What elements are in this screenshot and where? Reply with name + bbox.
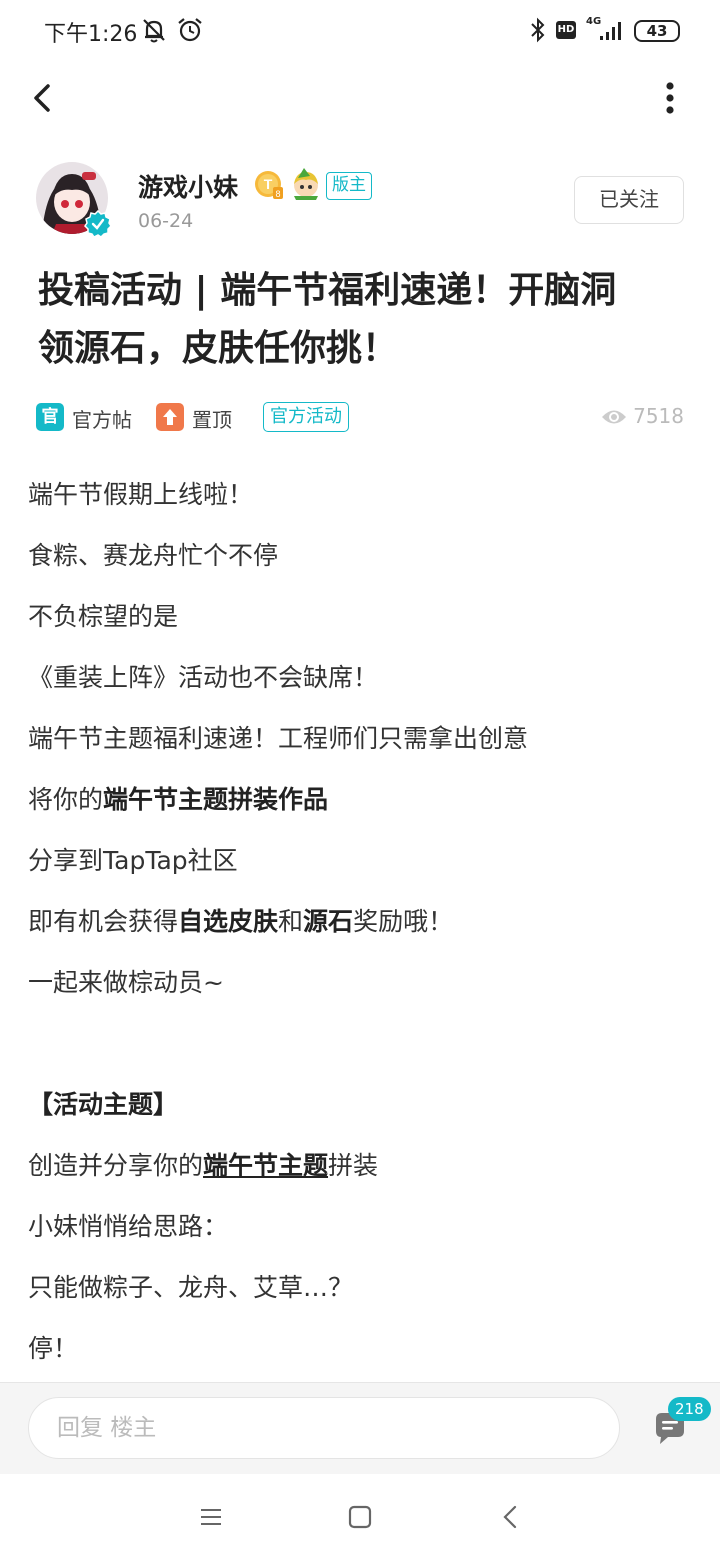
- status-bar: 下午1:26 HD 4G 43: [0, 0, 720, 62]
- comment-count-badge: 218: [668, 1397, 711, 1421]
- body-line: 食粽、赛龙舟忙个不停: [28, 541, 279, 570]
- body-text: 拼装: [328, 1151, 379, 1180]
- post-title-line: 领源石，皮肤任你挑！: [38, 328, 399, 369]
- body-bold-text: 源石: [303, 907, 354, 936]
- more-vertical-icon[interactable]: [650, 76, 690, 120]
- eye-icon: [602, 410, 626, 424]
- hd-icon: HD: [556, 21, 576, 39]
- body-text: 创造并分享你的: [28, 1151, 204, 1180]
- mute-icon: [143, 19, 165, 43]
- system-nav-bar: [0, 1474, 720, 1560]
- level-badge-letter: T: [264, 176, 273, 192]
- reply-bar: 回复 楼主 218: [0, 1382, 720, 1474]
- post-meta: 官 官方帖 置顶 官方活动 7518: [36, 400, 684, 434]
- body-bold-text: 端午节主题拼装作品: [103, 785, 329, 814]
- moderator-tag: 版主: [326, 172, 372, 200]
- body-line: 端午节主题福利速递！工程师们只需拿出创意: [28, 724, 529, 753]
- alarm-icon: [178, 18, 202, 42]
- body-text: 即有机会获得: [28, 907, 179, 936]
- body-line: 即有机会获得自选皮肤和源石奖励哦！: [28, 899, 692, 960]
- section-heading: 【活动主题】: [28, 1090, 179, 1119]
- author-row: 游戏小妹 T 8 版主 06-24 已关注: [0, 152, 720, 244]
- home-icon[interactable]: [345, 1502, 375, 1532]
- menu-icon[interactable]: [196, 1502, 226, 1532]
- body-bold-underlined-text: 端午节主题: [203, 1151, 329, 1180]
- official-icon: 官: [36, 403, 64, 431]
- top-bar: [0, 62, 720, 136]
- character-badge-icon: [294, 168, 318, 200]
- post-title: 投稿活动 | 端午节福利速递！开脑洞 领源石，皮肤任你挑！: [38, 262, 688, 378]
- back-nav-icon[interactable]: [496, 1502, 526, 1532]
- body-line: 不负棕望的是: [28, 602, 179, 631]
- body-line: 小妹悄悄给思路：: [28, 1212, 229, 1241]
- body-line: 一起来做棕动员~: [28, 968, 224, 997]
- verified-icon: [84, 210, 112, 238]
- body-bold-text: 自选皮肤: [178, 907, 279, 936]
- body-line: 停！: [28, 1334, 79, 1363]
- chevron-left-icon[interactable]: [22, 76, 66, 120]
- view-count: 7518: [633, 404, 684, 428]
- status-time: 下午1:26: [44, 22, 138, 47]
- body-line: 创造并分享你的端午节主题拼装: [28, 1143, 692, 1204]
- body-line: 分享到TapTap社区: [28, 846, 238, 875]
- reply-input[interactable]: 回复 楼主: [28, 1397, 620, 1459]
- body-text: 将你的: [28, 785, 104, 814]
- body-line: 只能做粽子、龙舟、艾草…？: [28, 1273, 354, 1302]
- post-title-line: 投稿活动 | 端午节福利速递！开脑洞: [38, 270, 617, 311]
- battery-indicator: 43: [634, 20, 680, 42]
- pin-icon: [156, 403, 184, 431]
- level-badge-icon: T 8: [255, 171, 283, 199]
- event-tag[interactable]: 官方活动: [263, 402, 349, 432]
- body-text: 奖励哦！: [353, 907, 454, 936]
- level-badge-number: 8: [275, 189, 280, 199]
- post-date: 06-24: [138, 210, 194, 232]
- bluetooth-icon: [531, 17, 545, 43]
- signal-icon: [600, 22, 621, 40]
- follow-button[interactable]: 已关注: [574, 176, 684, 224]
- official-post-label: 官方帖: [72, 408, 132, 432]
- body-line: 《重装上阵》活动也不会缺席！: [28, 663, 379, 692]
- pinned-label: 置顶: [192, 408, 232, 432]
- body-line: 端午节假期上线啦！: [28, 480, 254, 509]
- author-name[interactable]: 游戏小妹: [138, 168, 238, 204]
- post-body: 端午节假期上线啦！ 食粽、赛龙舟忙个不停 不负棕望的是 《重装上阵》活动也不会缺…: [28, 472, 692, 1387]
- body-text: 和: [278, 907, 304, 936]
- body-line: 将你的端午节主题拼装作品: [28, 777, 692, 838]
